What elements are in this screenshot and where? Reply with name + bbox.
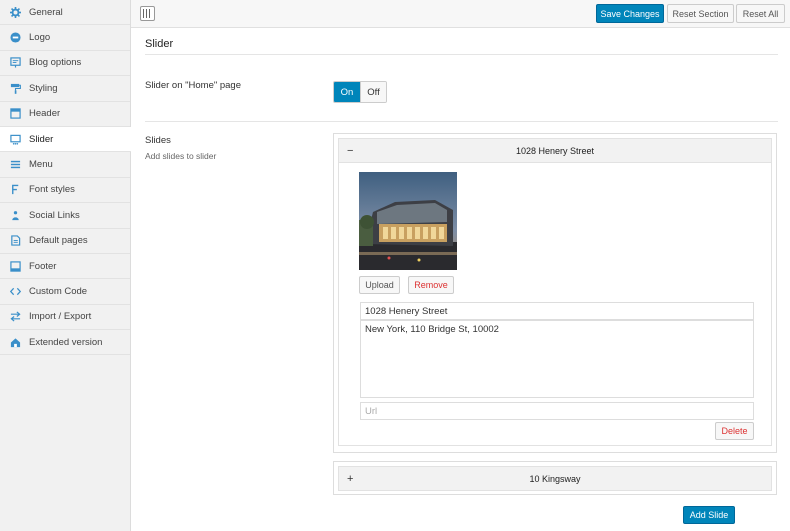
sidebar-item-custom-code[interactable]: Custom Code [0,279,130,305]
sidebar-item-general[interactable]: General [0,0,130,26]
header-icon [9,108,21,120]
sidebar-item-label: Custom Code [29,285,88,297]
slides-description: Add slides to slider [145,151,217,161]
sidebar-item-label: Import / Export [29,311,92,323]
sidebar-item-label: Slider [29,133,54,145]
sidebar-item-footer[interactable]: Footer [0,254,130,280]
sidebar-item-label: Extended version [29,336,103,348]
slide-title: 10 Kingsway [529,473,581,484]
sidebar-item-default-pages[interactable]: Default pages [0,229,130,254]
slider-icon [9,133,21,145]
delete-slide-button[interactable]: Delete [715,422,754,440]
sidebar-item-label: Footer [29,260,57,272]
code-icon [9,285,21,297]
slide-url-input[interactable]: Url [360,402,754,420]
home-slider-label: Slider on "Home" page [145,80,241,91]
remove-button[interactable]: Remove [408,276,454,294]
switch-off-button[interactable]: Off [360,82,386,102]
section-title: Slider [145,38,174,50]
expand-icon: + [347,472,354,485]
save-changes-button[interactable]: Save Changes [596,4,664,23]
sidebar-item-label: Logo [29,32,51,44]
add-slide-button[interactable]: Add Slide [683,506,735,524]
slide-image [359,172,457,270]
sidebar-item-label: Styling [29,82,58,94]
sidebar-item-styling[interactable]: Styling [0,76,130,102]
sidebar-item-label: Social Links [29,209,80,221]
home-icon [9,336,21,348]
toggle-sidebar-button[interactable] [140,6,155,21]
import-export-icon [9,311,21,323]
slide-panel: + 10 Kingsway [333,461,777,495]
sidebar-item-label: Header [29,108,61,120]
blog-icon [9,57,21,69]
columns-icon [143,9,152,18]
sidebar-item-label: Font styles [29,184,75,196]
logo-icon [9,32,21,44]
sidebar-item-menu[interactable]: Menu [0,152,130,178]
menu-icon [9,159,21,171]
social-icon [9,209,21,221]
footer-icon [9,260,21,272]
sidebar-item-social-links[interactable]: Social Links [0,203,130,229]
slide-description-textarea[interactable]: New York, 110 Bridge St, 10002 [360,320,754,398]
sidebar-item-import-export[interactable]: Import / Export [0,305,130,331]
sidebar-item-slider[interactable]: Slider [0,126,131,153]
home-slider-switch: On Off [333,81,387,103]
sidebar-item-label: Blog options [29,57,82,69]
sidebar-item-logo[interactable]: Logo [0,25,130,51]
reset-section-button[interactable]: Reset Section [667,4,734,23]
sidebar-item-header[interactable]: Header [0,102,130,127]
slides-label: Slides [145,135,171,146]
sidebar-item-label: Default pages [29,235,88,247]
slide-panel: − 1028 Henery Street Upload Remove 1028 … [333,133,777,453]
upload-button[interactable]: Upload [359,276,400,294]
paint-roller-icon [9,82,21,94]
sidebar-item-label: Menu [29,159,53,171]
top-toolbar: Save Changes Reset Section Reset All [131,0,790,28]
collapse-icon: − [347,144,354,157]
main-content: Slider Slider on "Home" page On Off Slid… [131,28,790,531]
sidebar-item-font-styles[interactable]: Font styles [0,178,130,204]
divider [145,121,778,122]
pages-icon [9,235,21,247]
sidebar-item-extended-version[interactable]: Extended version [0,330,130,356]
reset-all-button[interactable]: Reset All [736,4,785,23]
slide-accordion-header[interactable]: + 10 Kingsway [338,466,772,491]
slide-accordion-body: Upload Remove 1028 Henery Street New Yor… [338,163,772,446]
sidebar-item-blog-options[interactable]: Blog options [0,51,130,77]
slide-title-input[interactable]: 1028 Henery Street [360,302,754,320]
font-icon [9,184,21,196]
gear-icon [9,6,21,18]
divider [145,54,778,55]
slide-title: 1028 Henery Street [515,145,595,156]
switch-on-button[interactable]: On [334,82,360,102]
slide-accordion-header[interactable]: − 1028 Henery Street [338,138,772,163]
sidebar-item-label: General [29,6,63,18]
sidebar: General Logo Blog options Styling Header… [0,0,131,531]
